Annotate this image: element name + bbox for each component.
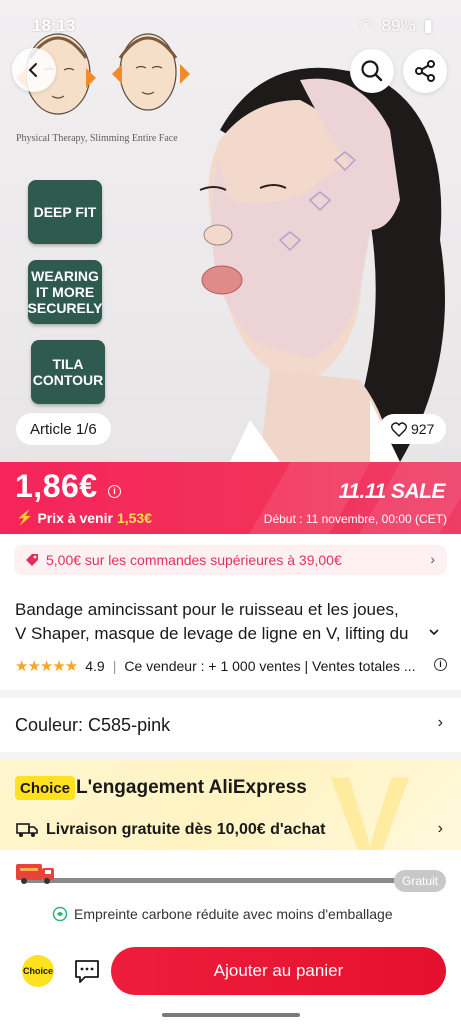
share-button[interactable] <box>403 49 447 93</box>
bottom-action-bar: Choice Ajouter au panier <box>0 940 461 1002</box>
add-to-cart-button[interactable]: Ajouter au panier <box>111 947 446 995</box>
info-icon[interactable]: i <box>434 658 447 671</box>
chat-icon[interactable] <box>73 957 101 985</box>
image-counter: Article 1/6 <box>16 413 111 445</box>
eco-recycle-icon <box>52 906 68 922</box>
share-icon <box>415 60 435 82</box>
future-price-label: Prix à venir <box>37 509 113 526</box>
color-selector[interactable]: Couleur: C585-pink › <box>0 700 461 750</box>
progress-track <box>22 878 396 883</box>
sale-label: 11.11 SALE <box>338 480 446 503</box>
status-time: 18:13 <box>32 16 76 35</box>
current-price: 1,86€ <box>15 468 98 504</box>
lightning-icon: ⚡ <box>16 509 34 525</box>
heart-icon <box>391 421 407 437</box>
future-price-value: 1,53€ <box>116 509 152 526</box>
home-indicator[interactable] <box>162 1013 300 1017</box>
sale-start-date: Début : 11 novembre, 00:00 (CET) <box>263 512 447 526</box>
status-bar: 18:13 ◠ 89% ▮ <box>0 0 461 48</box>
coupon-banner[interactable]: 5,00€ sur les commandes supérieures à 39… <box>14 545 447 575</box>
color-label: Couleur: C585-pink <box>15 714 171 735</box>
battery-icon: ▮ <box>423 16 433 35</box>
chevron-right-icon: › <box>437 714 443 731</box>
rating-row[interactable]: ★★★★★ 4.9 | Ce vendeur : + 1 000 ventes … <box>15 656 447 676</box>
choice-v-decoration: V <box>330 760 411 850</box>
free-label: Gratuit <box>394 870 446 892</box>
search-button[interactable] <box>350 49 394 93</box>
coupon-tag-icon <box>26 554 38 566</box>
product-page: Physical Therapy, Slimming Entire Face D… <box>0 0 461 1024</box>
product-image-gallery[interactable]: Physical Therapy, Slimming Entire Face D… <box>0 0 461 462</box>
chevron-left-icon <box>28 63 37 77</box>
battery-level: 89% <box>381 16 416 35</box>
choice-badge: Choice <box>15 776 76 800</box>
wishlist-button[interactable]: 927 <box>379 414 447 444</box>
coupon-text: 5,00€ sur les commandes supérieures à 39… <box>46 552 342 568</box>
delivery-truck-icon <box>16 864 54 884</box>
search-icon <box>361 60 383 82</box>
wifi-icon: ◠ <box>358 16 374 35</box>
free-delivery-row: Livraison gratuite dès 10,00€ d'achat <box>16 821 325 839</box>
choice-button[interactable]: Choice <box>22 955 54 987</box>
tag-tila-contour: TILA CONTOUR <box>31 340 105 404</box>
choice-commitment-section[interactable]: V Choice L'engagement AliExpress Livrais… <box>0 760 461 850</box>
free-delivery-text: Livraison gratuite dès 10,00€ d'achat <box>46 821 326 838</box>
model-with-face-mask <box>199 67 445 462</box>
tag-deep-fit: DEEP FIT <box>28 180 102 244</box>
hero-caption: Physical Therapy, Slimming Entire Face <box>16 133 178 144</box>
section-divider <box>0 752 461 760</box>
free-shipping-progress: Gratuit <box>0 850 461 900</box>
section-divider <box>0 690 461 698</box>
seller-info: Ce vendeur : + 1 000 ventes | Ventes tot… <box>124 658 416 674</box>
chevron-right-icon: › <box>430 551 435 567</box>
price-banner: 1,86€ i ⚡ Prix à venir 1,53€ 11.11 SALE … <box>0 462 461 534</box>
product-title[interactable]: Bandage amincissant pour le ruisseau et … <box>15 598 445 646</box>
product-title-line1: Bandage amincissant pour le ruisseau et … <box>15 600 399 619</box>
price-info-icon[interactable]: i <box>108 485 121 498</box>
choice-title: L'engagement AliExpress <box>76 777 307 798</box>
status-right: ◠ 89% ▮ <box>359 16 433 36</box>
eco-row: Empreinte carbone réduite avec moins d'e… <box>52 906 393 922</box>
separator: | <box>112 658 117 674</box>
likes-count: 927 <box>411 421 435 437</box>
tag-wearing-securely: WEARING IT MORE SECURELY <box>28 260 102 324</box>
future-price-row: ⚡ Prix à venir 1,53€ <box>16 509 152 526</box>
star-rating-icon: ★★★★★ <box>15 658 78 675</box>
chevron-right-icon: › <box>437 820 443 837</box>
eco-text: Empreinte carbone réduite avec moins d'e… <box>74 906 393 922</box>
back-button[interactable] <box>12 48 56 92</box>
product-title-line2: V Shaper, masque de levage de ligne en V… <box>15 624 409 643</box>
truck-icon <box>16 823 38 837</box>
chevron-down-icon[interactable] <box>428 627 440 637</box>
rating-value: 4.9 <box>85 658 105 674</box>
